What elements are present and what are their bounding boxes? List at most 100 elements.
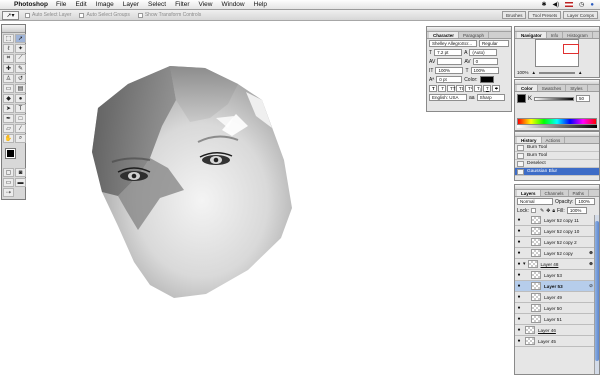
- color-panel: Color Swatches Styles K 50: [514, 79, 600, 131]
- small-caps-button[interactable]: Tt: [456, 85, 464, 92]
- layers-scrollbar-thumb[interactable]: [595, 221, 599, 361]
- eye-icon[interactable]: ●: [515, 305, 523, 311]
- faux-italic-button[interactable]: T: [438, 85, 446, 92]
- strikethrough-button[interactable]: T: [492, 85, 500, 92]
- fill-field[interactable]: 100%: [566, 207, 587, 214]
- vertical-scale-field[interactable]: 100%: [435, 67, 464, 74]
- disclosure-triangle-icon[interactable]: ▾: [523, 261, 526, 267]
- kerning-field[interactable]: [437, 58, 463, 65]
- zoom-level[interactable]: 100%: [517, 70, 529, 75]
- k-channel-slider[interactable]: [534, 96, 575, 101]
- layer-thumbnail: [525, 326, 535, 334]
- fx-icon[interactable]: ⊕: [589, 250, 593, 256]
- eye-icon[interactable]: ●: [515, 239, 523, 245]
- layer-row[interactable]: ● Layer 52 copy 11: [515, 215, 599, 226]
- link-icon[interactable]: ⊘: [589, 283, 593, 289]
- leading-field[interactable]: (Auto): [469, 49, 498, 56]
- eye-icon[interactable]: ●: [515, 316, 523, 322]
- history-item[interactable]: Burn Tool: [515, 152, 599, 160]
- layer-group-row[interactable]: ● ▾ Layer 48 ⊕: [515, 259, 599, 270]
- baseline-shift-field[interactable]: 0 pt: [436, 76, 463, 83]
- layer-row[interactable]: ● Layer 52 copy ⊕: [515, 248, 599, 259]
- grayscale-ramp[interactable]: [517, 125, 597, 128]
- layer-name: Layer 52 copy 2: [544, 239, 577, 245]
- eye-icon[interactable]: ●: [515, 217, 523, 223]
- tab-layers[interactable]: Layers: [517, 190, 541, 196]
- lock-all-icon[interactable]: 🔒︎: [552, 208, 555, 214]
- layers-panel: Layers Channels Paths Normal Opacity: 10…: [514, 184, 600, 375]
- tab-paths[interactable]: Paths: [569, 190, 590, 196]
- layer-thumbnail: [531, 304, 541, 312]
- layer-name: Layer 48: [540, 261, 559, 267]
- tab-channels[interactable]: Channels: [541, 190, 569, 196]
- layer-row-selected[interactable]: ● Layer 53 ⊘: [515, 281, 599, 292]
- layers-scrollbar[interactable]: [594, 215, 599, 374]
- history-item[interactable]: Burn Tool: [515, 144, 599, 152]
- color-spectrum-ramp[interactable]: [517, 118, 597, 125]
- tab-history[interactable]: History: [517, 137, 542, 143]
- blend-mode-select[interactable]: Normal: [517, 198, 553, 205]
- layer-row[interactable]: ● Layer 45: [515, 336, 599, 347]
- font-style-select[interactable]: Regular: [479, 40, 509, 47]
- eye-icon[interactable]: ●: [515, 272, 523, 278]
- zoom-out-icon[interactable]: ▲: [532, 70, 536, 75]
- layer-thumbnail: [531, 315, 541, 323]
- tab-navigator[interactable]: Navigator: [517, 32, 547, 38]
- history-item[interactable]: Deselect: [515, 160, 599, 168]
- tab-swatches[interactable]: Swatches: [538, 85, 567, 91]
- character-panel: Character Paragraph Shelley AllegroScr..…: [426, 26, 512, 112]
- eye-icon[interactable]: ●: [515, 250, 523, 256]
- layer-thumbnail: [531, 293, 541, 301]
- opacity-field[interactable]: 100%: [575, 198, 596, 205]
- eye-icon[interactable]: ●: [515, 327, 523, 333]
- color-foreground-swatch[interactable]: [517, 94, 526, 103]
- eye-icon[interactable]: ●: [515, 228, 523, 234]
- font-size-field[interactable]: 7.2 pt: [434, 49, 463, 56]
- layer-row[interactable]: ● Layer 49: [515, 292, 599, 303]
- eye-icon[interactable]: ●: [515, 261, 523, 267]
- layer-name: Layer 53: [544, 283, 563, 289]
- tab-info[interactable]: Info: [547, 32, 564, 38]
- language-select[interactable]: English: USA: [429, 94, 467, 101]
- layer-thumbnail: [525, 337, 535, 345]
- lock-label: Lock:: [517, 207, 529, 214]
- navigator-thumbnail[interactable]: [535, 39, 579, 67]
- layer-row[interactable]: ● Layer 51: [515, 314, 599, 325]
- eye-icon[interactable]: ●: [515, 294, 523, 300]
- fx-icon[interactable]: ⊕: [589, 261, 593, 267]
- k-channel-field[interactable]: 50: [576, 95, 591, 102]
- tab-styles[interactable]: Styles: [566, 85, 588, 91]
- eye-icon[interactable]: ●: [515, 283, 523, 289]
- subscript-button[interactable]: T₁: [474, 85, 482, 92]
- text-color-swatch[interactable]: [479, 76, 494, 83]
- font-family-select[interactable]: Shelley AllegroScr...: [429, 40, 477, 47]
- tab-color[interactable]: Color: [517, 85, 538, 91]
- layer-row[interactable]: ● Layer 46: [515, 325, 599, 336]
- tab-actions[interactable]: Actions: [542, 137, 566, 143]
- anti-alias-select[interactable]: Sharp: [476, 94, 505, 101]
- lock-paint-icon[interactable]: ✎: [540, 208, 544, 214]
- navigator-view-box[interactable]: [563, 44, 579, 54]
- underline-button[interactable]: T: [483, 85, 491, 92]
- lock-move-icon[interactable]: ✥: [546, 208, 550, 214]
- superscript-button[interactable]: T¹: [465, 85, 473, 92]
- fill-label: Fill:: [557, 207, 565, 214]
- faux-bold-button[interactable]: T: [429, 85, 437, 92]
- tracking-field[interactable]: 0: [472, 58, 498, 65]
- zoom-in-icon[interactable]: ▲: [578, 70, 582, 75]
- layer-thumbnail: [531, 227, 541, 235]
- tab-paragraph[interactable]: Paragraph: [459, 32, 490, 38]
- tab-character[interactable]: Character: [429, 32, 460, 38]
- zoom-slider[interactable]: [538, 71, 575, 74]
- lock-transparency-checkbox[interactable]: [530, 208, 536, 213]
- layer-row[interactable]: ● Layer 50: [515, 303, 599, 314]
- layer-name: Layer 52 copy 10: [544, 228, 580, 234]
- layer-row[interactable]: ● Layer 53: [515, 270, 599, 281]
- tab-histogram[interactable]: Histogram: [563, 32, 593, 38]
- eye-icon[interactable]: ●: [515, 338, 523, 344]
- layer-row[interactable]: ● Layer 52 copy 2: [515, 237, 599, 248]
- all-caps-button[interactable]: TT: [447, 85, 456, 92]
- layer-row[interactable]: ● Layer 52 copy 10: [515, 226, 599, 237]
- history-item-selected[interactable]: Gaussian Blur: [515, 168, 599, 176]
- horizontal-scale-field[interactable]: 100%: [470, 67, 499, 74]
